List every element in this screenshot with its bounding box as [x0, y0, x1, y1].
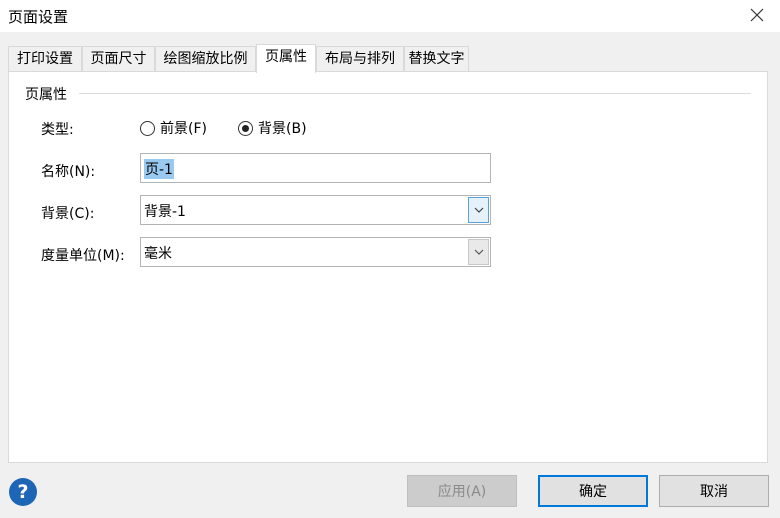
- tab-alt-text[interactable]: 替换文字: [404, 46, 469, 72]
- title-bar: 页面设置: [0, 0, 780, 32]
- name-input-value[interactable]: 页-1: [144, 159, 174, 179]
- radio-background[interactable]: 背景(B): [238, 118, 307, 138]
- name-input[interactable]: 页-1: [140, 153, 491, 183]
- units-select-value: 毫米: [144, 246, 172, 262]
- units-label: 度量单位(M):: [41, 248, 125, 264]
- chevron-down-icon: [474, 207, 483, 213]
- group-title: 页属性: [25, 87, 67, 103]
- window-title: 页面设置: [8, 8, 69, 26]
- tab-layout-routing[interactable]: 布局与排列: [316, 46, 404, 72]
- ok-button[interactable]: 确定: [538, 475, 648, 507]
- chevron-down-icon: [474, 249, 483, 255]
- radio-foreground-circle[interactable]: [140, 120, 155, 136]
- background-select[interactable]: 背景-1: [140, 195, 491, 225]
- tab-page-properties[interactable]: 页属性: [256, 44, 316, 73]
- close-icon: [750, 8, 764, 22]
- radio-foreground-label[interactable]: 前景(F): [160, 118, 207, 138]
- radio-background-circle[interactable]: [238, 120, 253, 136]
- radio-background-label[interactable]: 背景(B): [258, 118, 307, 138]
- radio-selected-dot: [242, 124, 249, 132]
- tab-print-setup[interactable]: 打印设置: [8, 46, 82, 72]
- tab-drawing-scale[interactable]: 绘图缩放比例: [155, 46, 256, 72]
- background-dropdown-button[interactable]: [468, 197, 489, 223]
- units-select[interactable]: 毫米: [140, 237, 491, 267]
- units-dropdown-button[interactable]: [468, 239, 489, 265]
- help-icon: ?: [17, 481, 29, 503]
- help-button[interactable]: ?: [9, 478, 37, 506]
- close-button[interactable]: [740, 0, 774, 30]
- cancel-button[interactable]: 取消: [659, 475, 769, 507]
- tab-panel: 页属性 类型: 前景(F) 背景(B) 名称(N): 页-1 背景(C): 背景…: [8, 71, 768, 463]
- apply-button[interactable]: 应用(A): [407, 475, 517, 507]
- type-label: 类型:: [41, 122, 74, 138]
- background-label: 背景(C):: [41, 206, 95, 222]
- name-label: 名称(N):: [41, 164, 96, 180]
- group-divider: [79, 93, 751, 94]
- radio-foreground[interactable]: 前景(F): [140, 118, 207, 138]
- background-select-value: 背景-1: [144, 204, 186, 220]
- tab-page-size[interactable]: 页面尺寸: [82, 46, 155, 72]
